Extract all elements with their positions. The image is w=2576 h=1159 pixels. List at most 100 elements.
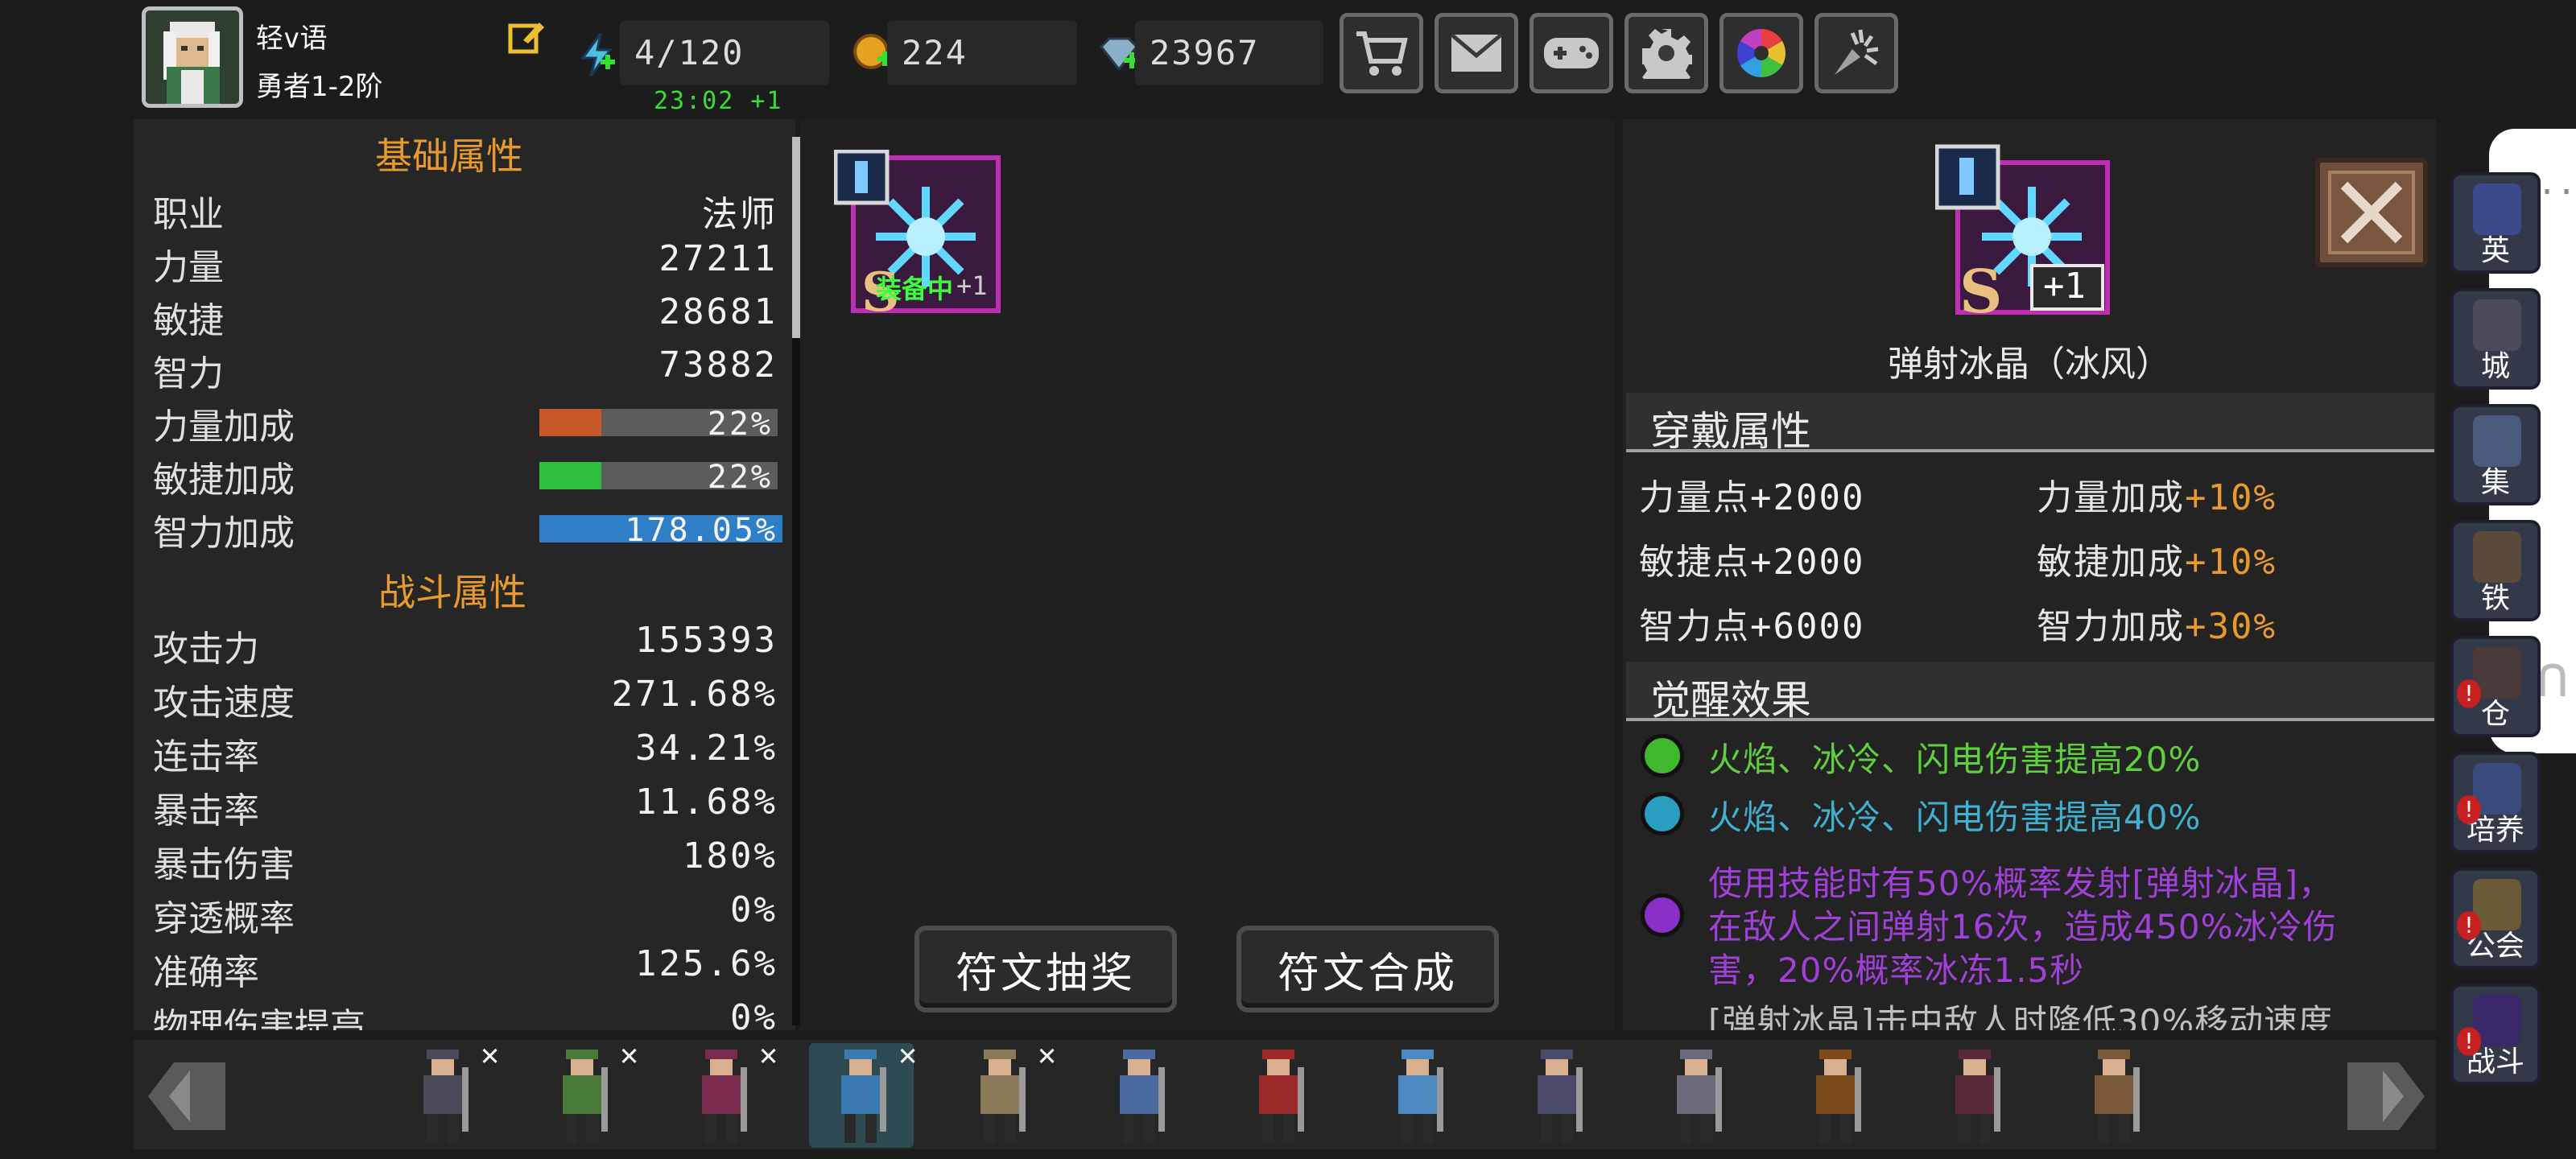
color-wheel-button[interactable] — [1719, 13, 1803, 93]
bonus-label: 敏捷加成 — [153, 460, 295, 501]
combat-stat-row: 暴击伤害 180% — [153, 835, 778, 885]
gem-counter: 23967 — [1135, 21, 1323, 85]
gamepad-button[interactable] — [1530, 13, 1613, 93]
hero-frost-elf[interactable] — [1366, 1043, 1471, 1148]
stat-value: 0% — [730, 997, 778, 1030]
awaken-effects-header: 觉醒效果 — [1626, 662, 2434, 724]
stat-label: 攻击速度 — [153, 683, 295, 724]
bonus-row: 敏捷加成 22% — [153, 451, 795, 501]
player-rank: 勇者1-2阶 — [256, 71, 383, 103]
prev-hero-button[interactable] — [142, 1054, 230, 1138]
wear-attr-name: 力量点 — [1639, 477, 1750, 518]
hero-paladin[interactable] — [1645, 1043, 1749, 1148]
stat-row: 智力 73882 — [153, 344, 778, 394]
settings-button[interactable] — [1624, 13, 1708, 93]
rune-detail-icon: S +1 — [1934, 143, 2112, 327]
mail-button[interactable] — [1435, 13, 1518, 93]
stat-value: 180% — [683, 835, 778, 876]
locked-x-icon: ✕ — [898, 1037, 917, 1072]
shop-button[interactable] — [1340, 13, 1423, 93]
stat-value: 73882 — [658, 344, 778, 386]
hero-sprite-icon — [1955, 1050, 2000, 1143]
side-tab[interactable]: 集 — [2450, 404, 2541, 505]
awaken-tier-dot — [1641, 734, 1684, 777]
arrow-right-icon — [2347, 1062, 2425, 1130]
bonus-value: 178.05% — [625, 512, 778, 549]
equipped-rune-level: +1 — [956, 270, 988, 301]
bonus-bar-fill — [539, 409, 601, 436]
wear-attr: 智力点+6000 — [1639, 597, 1864, 649]
side-tab[interactable]: 公会! — [2450, 868, 2541, 969]
stat-row: 力量 27211 — [153, 238, 778, 288]
hero-swordsman[interactable]: ✕ — [391, 1037, 499, 1148]
equipped-label: 装备中 — [876, 274, 954, 304]
hero-ice-mage[interactable]: ✕ — [809, 1037, 917, 1148]
close-button[interactable] — [2315, 158, 2428, 267]
hero-sprite-icon — [1677, 1050, 1722, 1143]
bonus-value: 22% — [707, 459, 773, 496]
side-tab[interactable]: 铁 — [2450, 520, 2541, 621]
hero-sprite-icon — [1120, 1050, 1165, 1143]
hero-barbarian[interactable] — [2062, 1043, 2167, 1148]
hero-gunner[interactable] — [1088, 1043, 1192, 1148]
energy-timer: 23:02 +1 — [654, 87, 783, 115]
stat-label: 暴击率 — [153, 790, 259, 831]
hero-valkyrie[interactable]: ✕ — [948, 1037, 1056, 1148]
combat-stat-row: 物理伤害提高 0% — [153, 997, 778, 1030]
side-tab[interactable]: 城 — [2450, 288, 2541, 390]
rune-draw-button[interactable]: 符文抽奖 — [914, 926, 1177, 1013]
hero-archer[interactable]: ✕ — [530, 1037, 638, 1148]
rune-detail-level: +1 — [2043, 266, 2086, 307]
wear-attr-value: +10% — [2185, 477, 2277, 518]
attributes-panel[interactable]: 基础属性 职业 法师 力量 27211 敏捷 28681 智力 73882 力量加成 22%… — [134, 119, 795, 1030]
hero-wizard[interactable] — [1505, 1043, 1610, 1148]
hero-sprite-icon — [1816, 1050, 1861, 1143]
headset-icon[interactable]: ∩ — [2536, 644, 2570, 710]
hero-hunter[interactable] — [1784, 1043, 1889, 1148]
celebration-button[interactable] — [1814, 13, 1898, 93]
locked-x-icon: ✕ — [481, 1037, 499, 1072]
side-tab[interactable]: 培养! — [2450, 752, 2541, 853]
awaken-effect-text: 火焰、冰冷、闪电伤害提高40% — [1708, 798, 2202, 837]
side-tab-label: 铁 — [2480, 582, 2510, 615]
hero-sorceress[interactable]: ✕ — [670, 1037, 778, 1148]
edit-name-icon[interactable] — [507, 18, 546, 56]
combat-attributes-title: 战斗属性 — [378, 571, 526, 614]
awaken-effect-text: [弹射冰晶]击中敌人时降低30%移动速度 — [1708, 1002, 2334, 1030]
stat-value: 34.21% — [635, 728, 778, 769]
bonus-bar-fill — [539, 462, 601, 489]
wear-attr: 敏捷加成+10% — [2037, 533, 2277, 584]
bonus-bar: 22% — [539, 406, 778, 443]
arrow-left-icon — [148, 1062, 225, 1130]
side-tab[interactable]: 仓! — [2450, 636, 2541, 737]
hero-jester[interactable] — [1227, 1043, 1331, 1148]
alert-icon: ! — [2457, 679, 2481, 708]
ice-crystal-rune-icon: S — [1934, 144, 2110, 327]
hero-assassin[interactable] — [1923, 1043, 2028, 1148]
energy-icon — [576, 32, 617, 77]
side-tab[interactable]: 英 — [2450, 172, 2541, 274]
bonus-label: 智力加成 — [153, 513, 295, 554]
bonus-value: 22% — [707, 406, 773, 443]
awaken-effect-text: 害，20%概率冰冻1.5秒 — [1708, 951, 2085, 990]
side-tab[interactable]: 战斗! — [2450, 984, 2541, 1085]
rune-name: 弹射冰晶（冰风） — [1888, 344, 2171, 385]
next-hero-button[interactable] — [2343, 1054, 2431, 1138]
player-avatar[interactable] — [142, 6, 243, 108]
more-icon[interactable]: ·· — [2537, 174, 2576, 211]
wear-attr-name: 智力点 — [1639, 606, 1750, 647]
wear-attributes-header: 穿戴属性 — [1626, 393, 2434, 455]
hero-sprite-icon — [1398, 1050, 1443, 1143]
rune-combine-button[interactable]: 符文合成 — [1236, 926, 1499, 1013]
side-tab-label: 城 — [2480, 350, 2510, 383]
wear-attr-value: +6000 — [1750, 606, 1865, 647]
combat-stat-row: 暴击率 11.68% — [153, 782, 778, 831]
stat-label: 攻击力 — [153, 629, 259, 670]
combat-stat-row: 连击率 34.21% — [153, 728, 778, 777]
wear-attributes-title: 穿戴属性 — [1650, 408, 1811, 455]
stat-label: 力量 — [153, 247, 224, 288]
attributes-scroll-thumb[interactable] — [792, 137, 800, 338]
stat-value: 11.68% — [635, 782, 778, 823]
equipped-rune-slot[interactable]: S 装备中 +1 — [833, 149, 1003, 324]
stat-label: 准确率 — [153, 952, 259, 993]
